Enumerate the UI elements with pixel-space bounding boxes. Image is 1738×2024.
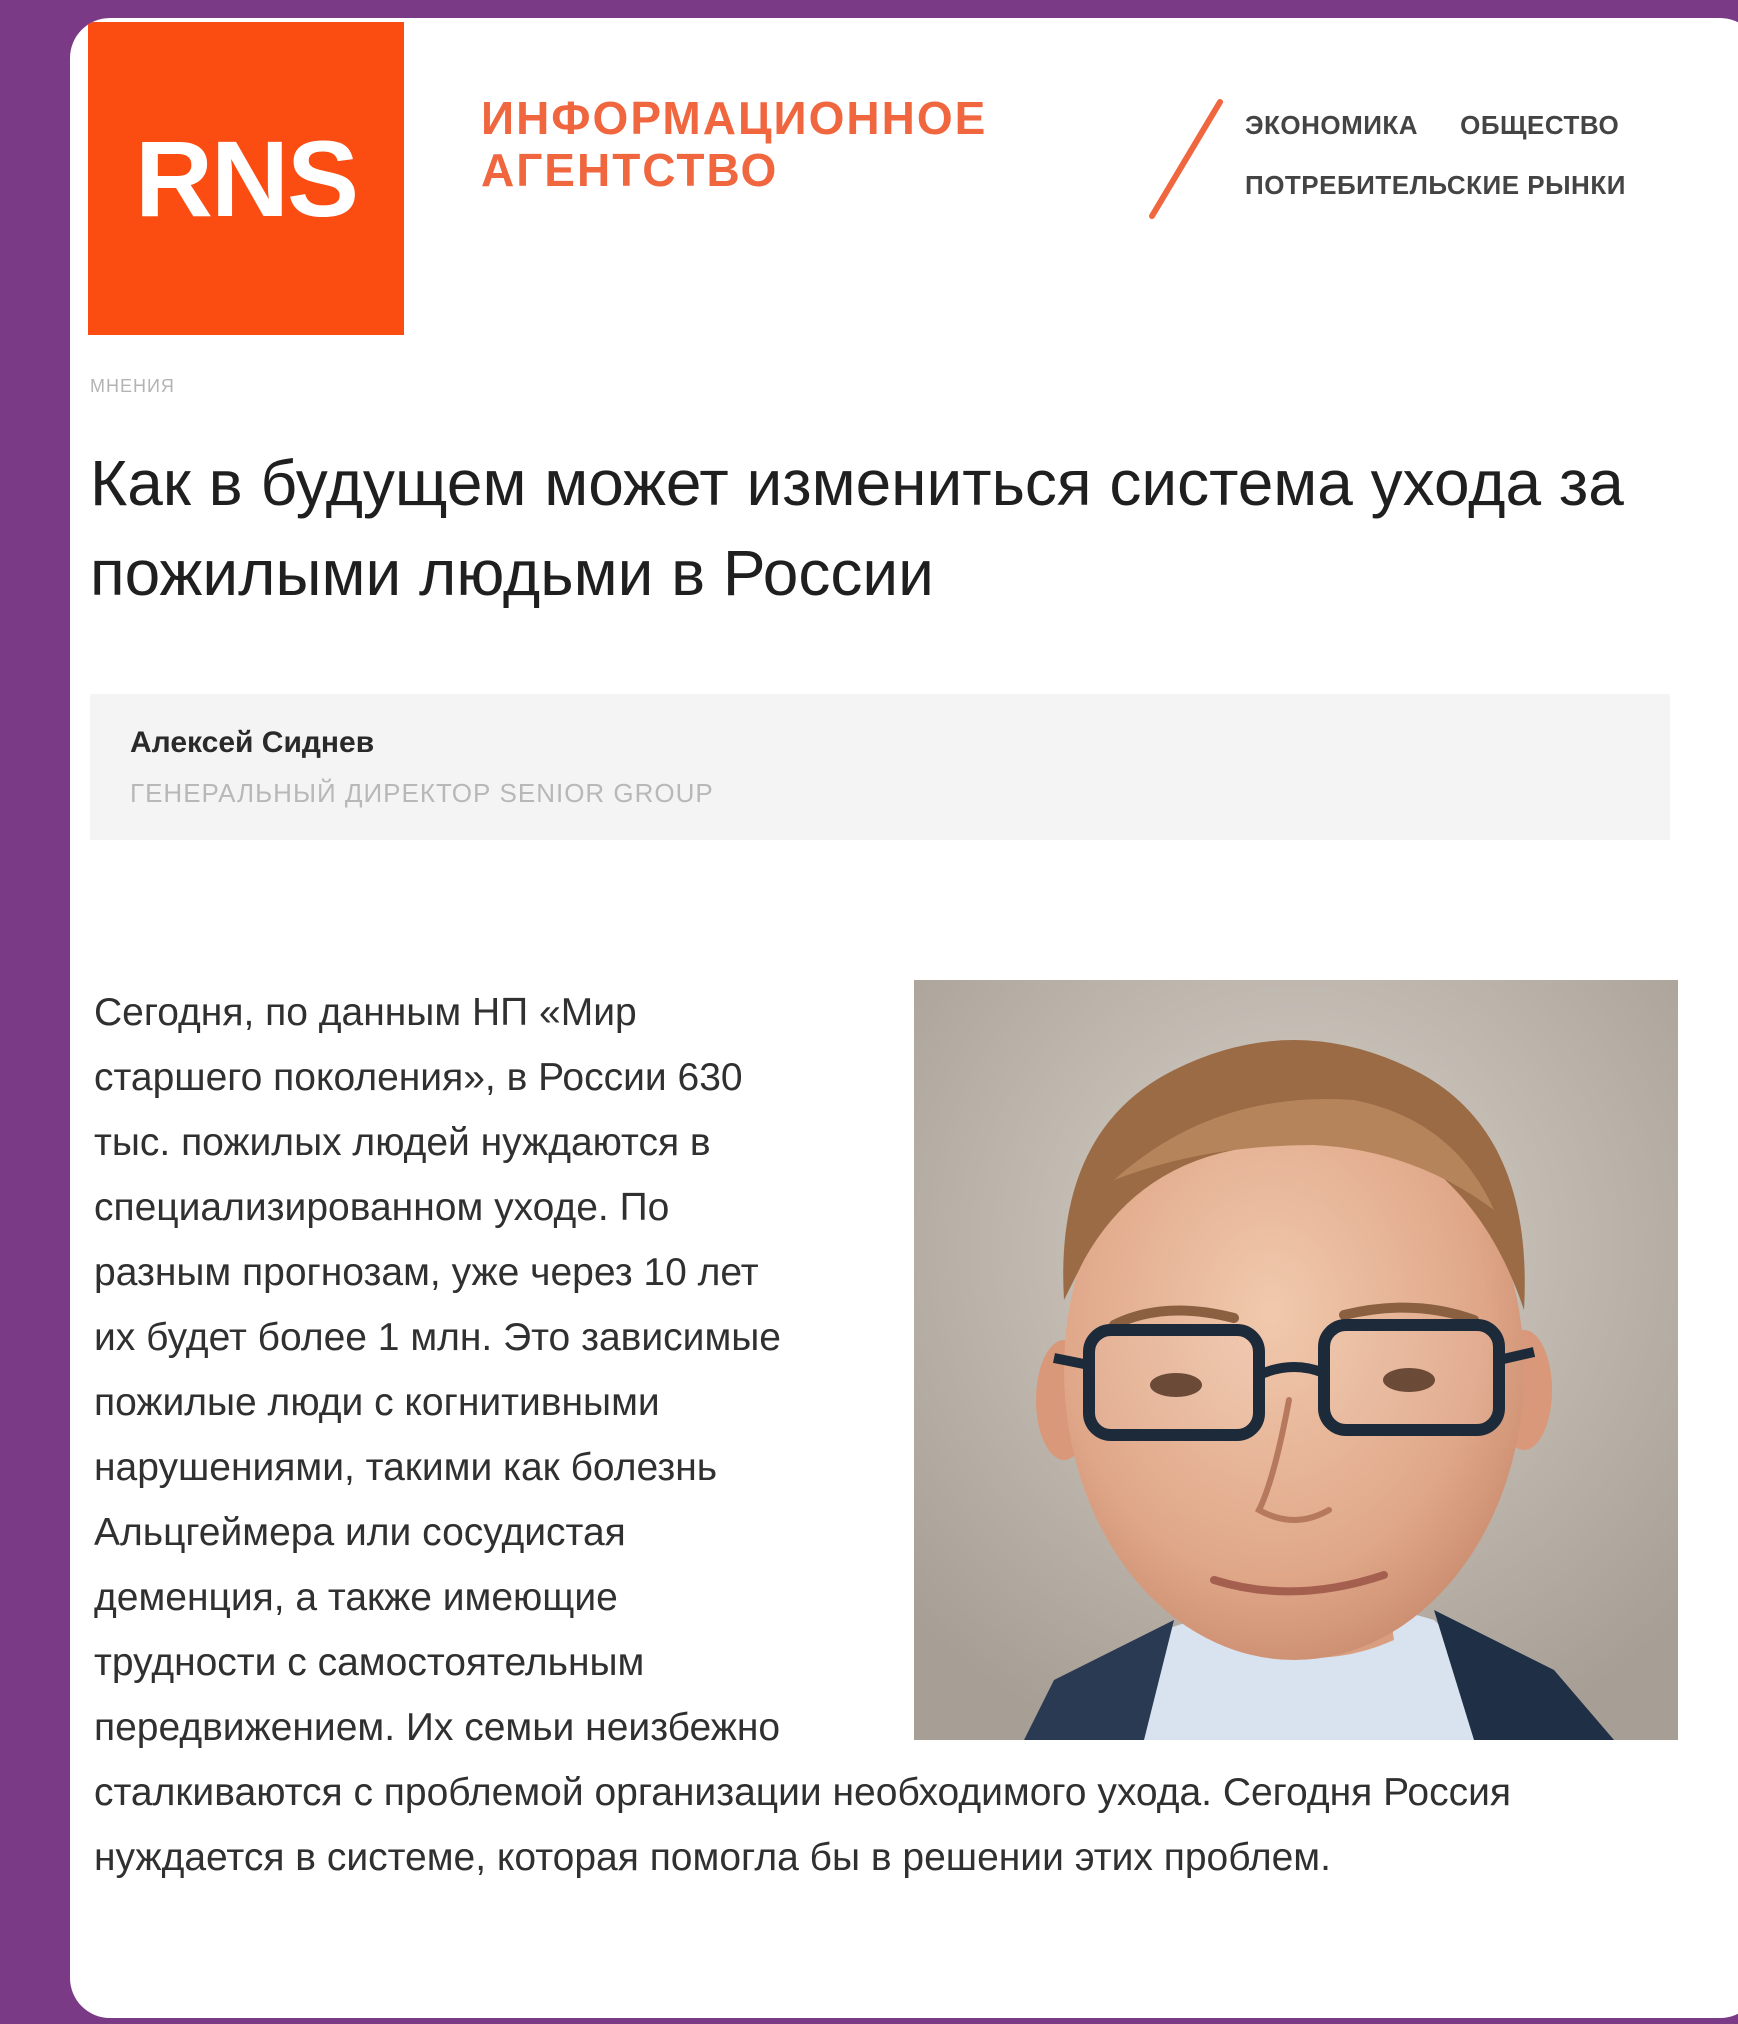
article-card: RNS ИНФОРМАЦИОННОЕ АГЕНТСТВО ЭКОНОМИКА О… [70,18,1738,2018]
nav-primary: ЭКОНОМИКА ОБЩЕСТВО [1245,110,1619,141]
nav-item-society[interactable]: ОБЩЕСТВО [1460,110,1619,141]
photo-spacer [804,980,1684,1758]
nav-item-economy[interactable]: ЭКОНОМИКА [1245,110,1418,141]
agency-name: ИНФОРМАЦИОННОЕ АГЕНТСТВО [481,92,1041,196]
nav-item-consumer-markets[interactable]: ПОТРЕБИТЕЛЬСКИЕ РЫНКИ [1245,170,1626,201]
agency-line-2: АГЕНТСТВО [481,144,779,196]
author-box: Алексей Сиднев ГЕНЕРАЛЬНЫЙ ДИРЕКТОР SENI… [90,694,1670,840]
logo-text: RNS [134,118,359,239]
rubric-label[interactable]: МНЕНИЯ [90,376,175,397]
author-role: ГЕНЕРАЛЬНЫЙ ДИРЕКТОР SENIOR GROUP [130,778,714,808]
agency-line-1: ИНФОРМАЦИОННОЕ [481,92,988,144]
article-title: Как в будущем может измениться система у… [90,447,1624,609]
nav-secondary: ПОТРЕБИТЕЛЬСКИЕ РЫНКИ [1245,170,1626,201]
slash-divider-icon [1149,99,1223,219]
article-body: Сегодня, по данным НП «Мир старшего поко… [94,980,1684,1890]
author-name[interactable]: Алексей Сиднев [130,726,374,760]
rns-logo[interactable]: RNS [88,22,404,335]
